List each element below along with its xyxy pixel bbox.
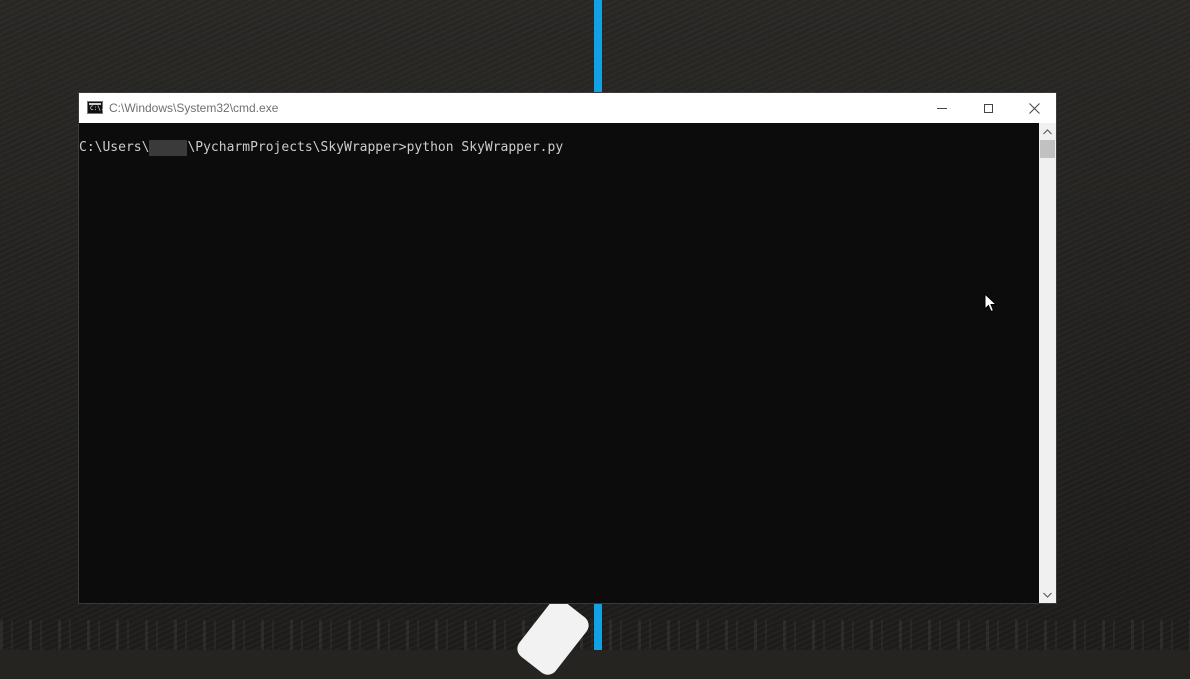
prompt-path-end: \PycharmProjects\SkyWrapper>	[187, 140, 407, 155]
cmd-icon-text: C:\.	[90, 105, 105, 112]
minimize-button[interactable]	[919, 93, 965, 123]
console-line: C:\Users\ \PycharmProjects\SkyWrapper>pyt…	[79, 140, 563, 156]
maximize-icon	[983, 103, 993, 113]
cmd-window[interactable]: C:\. C:\Windows\System32\cmd.exe C:\User…	[79, 93, 1056, 603]
vertical-scrollbar[interactable]	[1039, 123, 1056, 603]
cmd-icon[interactable]: C:\.	[87, 101, 105, 114]
title-bar[interactable]: C:\. C:\Windows\System32\cmd.exe	[79, 93, 1056, 123]
close-button[interactable]	[1011, 93, 1057, 123]
console-output[interactable]: C:\Users\ \PycharmProjects\SkyWrapper>pyt…	[79, 123, 1039, 603]
command-text: python SkyWrapper.py	[406, 140, 564, 155]
redacted-username	[149, 140, 188, 156]
wallpaper-texture	[0, 620, 1190, 650]
chevron-up-icon	[1043, 128, 1052, 134]
minimize-icon	[937, 107, 947, 109]
close-icon	[1028, 102, 1040, 114]
maximize-button[interactable]	[965, 93, 1011, 123]
mouse-cursor-icon	[984, 293, 998, 313]
chevron-down-icon	[1043, 592, 1052, 598]
prompt-path-start: C:\Users\	[79, 140, 150, 155]
scroll-down-button[interactable]	[1039, 586, 1056, 603]
scroll-up-button[interactable]	[1039, 123, 1056, 140]
window-title: C:\Windows\System32\cmd.exe	[109, 101, 279, 115]
scroll-thumb[interactable]	[1040, 140, 1055, 158]
